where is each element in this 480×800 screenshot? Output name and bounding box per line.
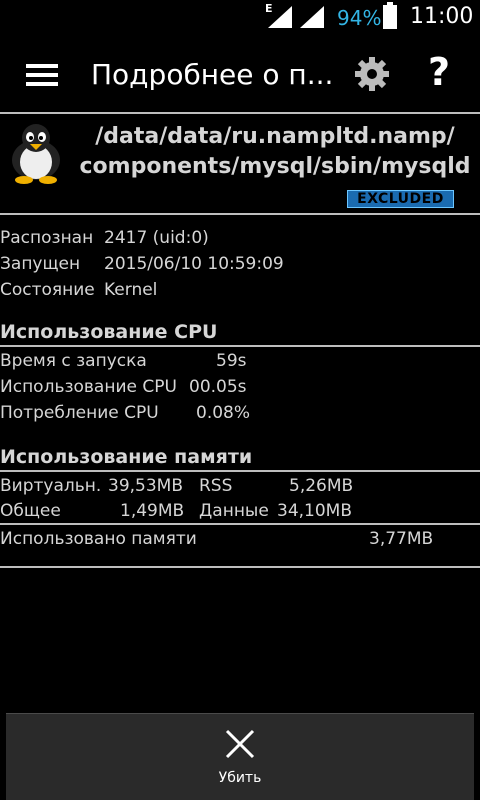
shared-value: 1,49MB <box>120 501 185 521</box>
help-icon[interactable]: ? <box>428 50 450 94</box>
menu-icon[interactable] <box>26 64 58 86</box>
uptime-label: Время с запуска <box>0 351 147 371</box>
process-path-line2: components/mysql/sbin/mysqld <box>79 154 471 179</box>
cpu-consumption-value: 0.08% <box>196 403 251 423</box>
clock: 11:00 <box>410 4 474 29</box>
shared-label: Общее <box>0 501 61 521</box>
page-title: Подробнее о п... <box>91 58 331 91</box>
rss-label: RSS <box>199 476 233 496</box>
state-value: Kernel <box>104 280 158 300</box>
memory-used-label: Использовано памяти <box>0 529 197 549</box>
divider <box>0 213 480 215</box>
divider <box>0 566 480 568</box>
cpu-usage-value: 00.05s <box>189 377 247 397</box>
started-label: Запущен <box>0 254 81 274</box>
memory-used-value: 3,77MB <box>369 529 434 549</box>
battery-icon <box>383 2 397 29</box>
battery-percent: 94% <box>337 6 382 30</box>
kill-button-label: Убить <box>218 770 262 786</box>
rss-value: 5,26MB <box>289 476 354 496</box>
excluded-badge: EXCLUDED <box>347 190 454 208</box>
kill-button[interactable]: Убить <box>6 713 474 800</box>
action-bar: Подробнее о п... ? <box>0 36 480 114</box>
cpu-usage-label: Использование CPU <box>0 377 177 397</box>
data-label: Данные <box>199 501 269 521</box>
gear-icon[interactable] <box>354 56 390 92</box>
signal-icon <box>268 6 292 28</box>
state-label: Состояние <box>0 280 95 300</box>
process-path-line1: /data/data/ru.nampltd.namp/ <box>95 124 455 149</box>
data-value: 34,10MB <box>277 501 352 521</box>
uptime-value: 59s <box>216 351 247 371</box>
virtual-value: 39,53MB <box>108 476 183 496</box>
virtual-label: Виртуальн. <box>0 476 102 496</box>
divider <box>0 523 480 525</box>
recognized-label: Распознан <box>0 228 94 248</box>
divider <box>0 112 480 114</box>
started-value: 2015/06/10 10:59:09 <box>104 254 284 274</box>
memory-section-title: Использование памяти <box>0 446 253 468</box>
cpu-section-title: Использование CPU <box>0 321 218 343</box>
wifi-signal-icon <box>300 6 324 28</box>
divider <box>0 345 480 347</box>
recognized-value: 2417 (uid:0) <box>104 228 209 248</box>
divider <box>0 470 480 472</box>
close-icon <box>225 729 255 759</box>
process-path: /data/data/ru.nampltd.namp/ components/m… <box>72 122 478 182</box>
cpu-consumption-label: Потребление CPU <box>0 403 159 423</box>
linux-penguin-icon <box>12 124 60 184</box>
status-bar: E 94% 11:00 <box>0 0 480 36</box>
